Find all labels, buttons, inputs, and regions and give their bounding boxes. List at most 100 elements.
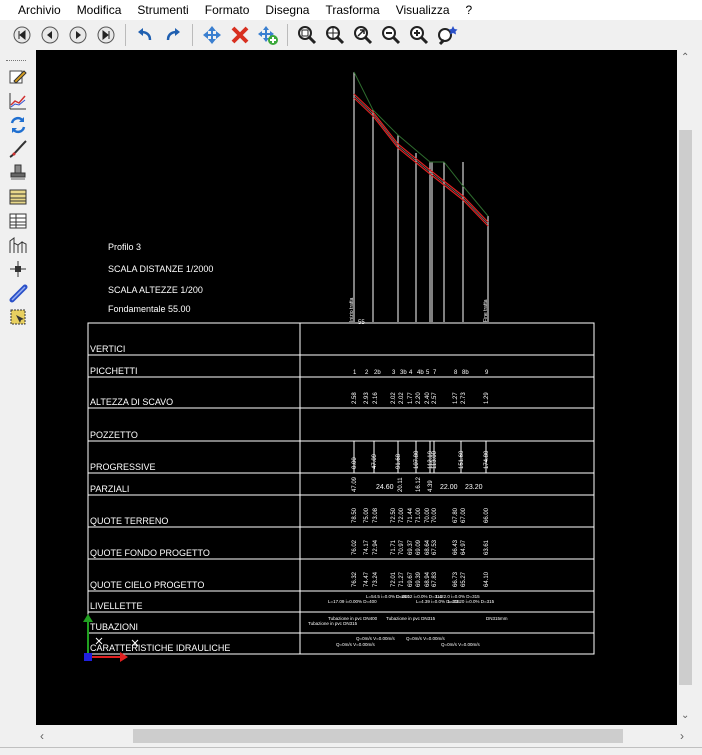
toolbar-separator [287,24,288,46]
quota-terreno-value: 72.00 [399,507,405,523]
progressiva-value: 151.60 [459,450,465,469]
quota-cielo-value: 72.01 [391,571,397,587]
picchetto-label: 2b [374,370,381,376]
selection-icon[interactable] [6,305,30,329]
end-label: Fine tratta [483,299,489,322]
scale-distances: SCALA DISTANZE 1/2000 [108,264,213,274]
quota-cielo-value: 65.27 [461,571,467,587]
menu-item-5[interactable]: Trasforma [317,0,387,20]
vertical-scroll-thumb[interactable] [679,130,692,685]
tubazione-value: Tubazione in pvc DN315 [308,621,358,626]
menu-item-1[interactable]: Modifica [69,0,130,20]
scroll-left-icon[interactable]: ‹ [40,729,44,743]
profile-graphic [353,71,489,322]
picchetto-label: 9 [485,370,489,376]
pan-icon[interactable] [200,23,224,47]
picchetto-label: 4 [409,370,413,376]
menu-item-6[interactable]: Visualizza [388,0,458,20]
menu-item-0[interactable]: Archivio [10,0,69,20]
quota-cielo-value: 66.73 [453,571,459,587]
quota-cielo-value: 64.10 [484,571,490,587]
quota-fondo-value: 71.71 [391,539,397,555]
horizontal-scrollbar[interactable]: ‹ › [36,725,694,747]
drawing-canvas[interactable]: Profilo 3 SCALA DISTANZE 1/2000 SCALA AL… [36,50,677,725]
snap-point-icon[interactable] [6,257,30,281]
quota-terreno-value: 71.00 [416,507,422,523]
main-toolbar [0,20,702,50]
altezza-scavo-value: 2.73 [461,392,467,404]
altezza-scavo-value: 1.29 [484,392,490,404]
status-bar [0,747,702,755]
zoom-window-icon[interactable] [295,23,319,47]
vertical-scrollbar[interactable]: ⌃ ⌄ [677,50,694,725]
table-icon[interactable] [6,185,30,209]
altezza-scavo-value: 2.02 [391,392,397,404]
zoom-extents-icon[interactable] [351,23,375,47]
profile-chart-icon[interactable] [6,89,30,113]
menu-bar: Archivio Modifica Strumenti Formato Disegna T… [0,0,702,20]
zoom-center-icon[interactable] [323,23,347,47]
quota-terreno-value: 70.00 [432,507,438,523]
quota-fondo-value: 63.61 [484,539,490,555]
altezza-scavo-value: 2.40 [425,392,431,404]
first-page-icon[interactable] [10,23,34,47]
left-toolbar [0,58,32,338]
picchetto-label: 2 [365,370,369,376]
next-page-icon[interactable] [66,23,90,47]
quota-cielo-value: 69.67 [408,571,414,587]
scroll-up-icon[interactable]: ⌃ [681,52,689,63]
parziale-value: 22.00 [440,484,458,491]
profile-title: Profilo 3 [108,242,141,252]
parziale-value: 23.20 [465,484,483,491]
quota-cielo-value: 74.47 [364,571,370,587]
terrain-line [353,71,489,217]
altezza-scavo-value: 2.93 [364,392,370,404]
delete-icon[interactable] [228,23,252,47]
stamp-icon[interactable] [6,161,30,185]
row-label-5: PARZIALI [90,484,129,494]
toolbar-separator [192,24,193,46]
refresh-icon[interactable] [6,113,30,137]
add-move-icon[interactable] [256,23,280,47]
pipe-icon[interactable] [6,281,30,305]
progressiva-value: 0.00 [352,457,358,469]
curve-icon[interactable] [6,137,30,161]
horizontal-scroll-thumb[interactable] [133,729,623,743]
quota-cielo-value: 67.83 [432,571,438,587]
picchetto-label: 3b [400,370,407,376]
menu-item-2[interactable]: Strumenti [129,0,196,20]
scale-heights: SCALA ALTEZZE 1/200 [108,285,203,295]
previous-page-icon[interactable] [38,23,62,47]
table-border [87,322,595,655]
progressiva-value: 113.00 [432,450,438,469]
zoom-out-icon[interactable] [379,23,403,47]
parziale-value: 4.39 [428,480,434,492]
livelletta-value: L=23.20 i=0.0% D=315 [448,599,495,604]
zoom-realtime-icon[interactable] [435,23,459,47]
altezza-scavo-value: 1.77 [408,392,414,404]
edit-pencil-icon[interactable] [6,65,30,89]
section-icon[interactable] [6,233,30,257]
redo-icon[interactable] [161,23,185,47]
picchetto-label: 1 [353,370,357,376]
scroll-down-icon[interactable]: ⌄ [681,710,689,721]
row-label-6: QUOTE TERRENO [90,516,168,526]
idraulica-value: Q=0m/s V=0.00m/s [441,642,481,647]
parziale-value: 20.11 [398,477,404,492]
idraulica-value: Q=0m/s V=0.00m/s [406,636,446,641]
table-grid-icon[interactable] [6,209,30,233]
last-page-icon[interactable] [94,23,118,47]
undo-icon[interactable] [133,23,157,47]
altezza-scavo-value: 2.58 [352,392,358,404]
picchetto-label: 3 [392,370,396,376]
parziale-value: 47.09 [352,476,358,492]
menu-item-3[interactable]: Formato [197,0,258,20]
scroll-right-icon[interactable]: › [680,729,684,743]
altezza-scavo-value: 2.16 [373,392,379,404]
parziale-value: 24.60 [376,484,394,491]
start-label: Inizio tratta [349,297,355,322]
menu-item-4[interactable]: Disegna [257,0,317,20]
menu-item-7[interactable]: ? [458,0,481,20]
zoom-in-icon[interactable] [407,23,431,47]
picchetto-label: 8 [454,370,458,376]
